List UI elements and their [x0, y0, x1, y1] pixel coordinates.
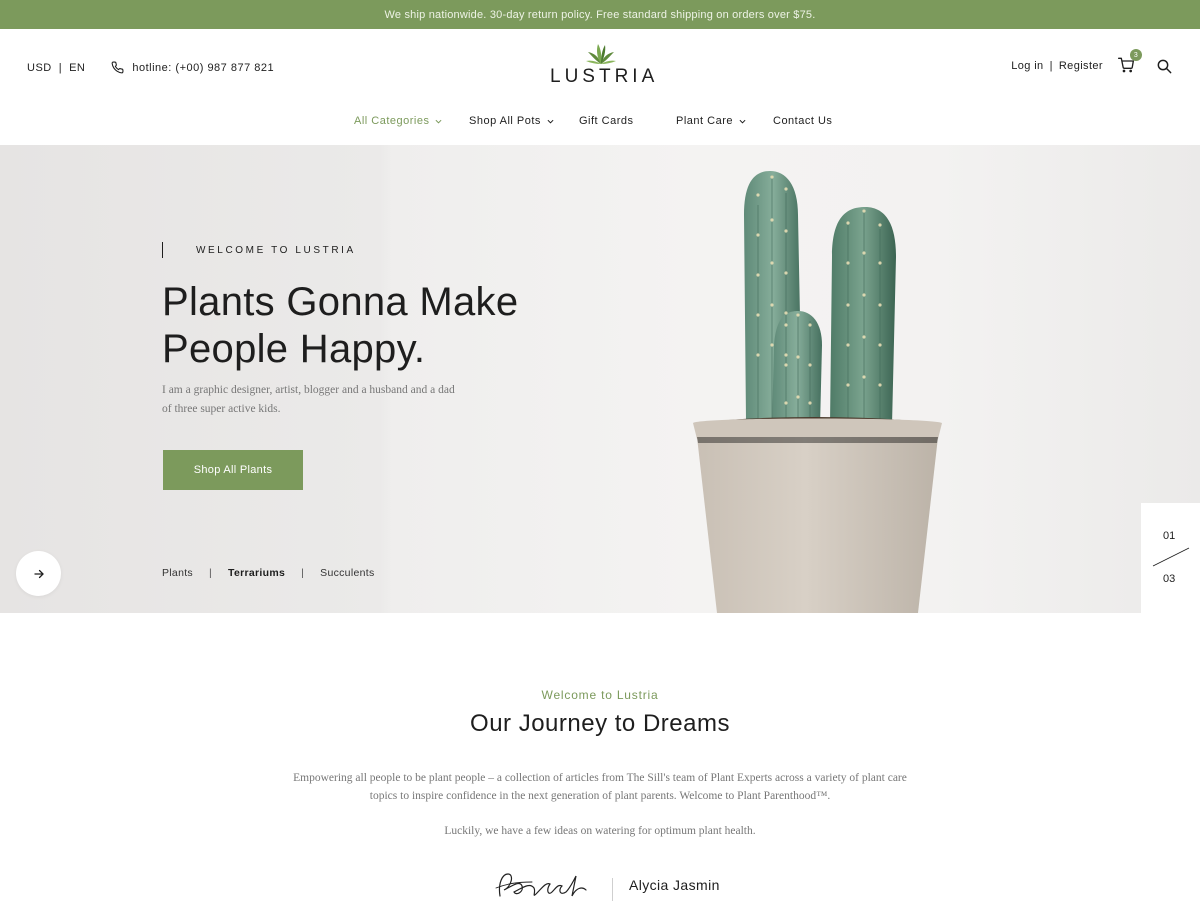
chevron-down-icon	[739, 119, 746, 124]
author-name: Alycia Jasmin	[629, 877, 720, 893]
header-right: Log in | Register 3	[1011, 49, 1172, 75]
main-nav: All Categories Shop All Pots Gift Cards …	[0, 112, 1200, 132]
site-logo[interactable]: LUSTRIA	[546, 43, 656, 89]
hotline[interactable]: hotline: (+00) 987 877 821	[111, 61, 274, 74]
about-title: Our Journey to Dreams	[470, 710, 730, 737]
about-kicker: Welcome to Lustria	[541, 688, 659, 702]
leaf-logo-icon	[586, 44, 616, 64]
nav-label: Gift Cards	[579, 115, 634, 127]
hero-category-tabs: Plants | Terrariums | Succulents	[162, 567, 375, 579]
shop-all-plants-button[interactable]: Shop All Plants	[163, 450, 303, 490]
next-slide-button[interactable]	[16, 551, 61, 596]
register-link[interactable]: Register	[1059, 60, 1103, 72]
divider: |	[301, 567, 305, 579]
eyebrow-divider	[162, 242, 163, 258]
hero-slider: WELCOME TO LUSTRIA Plants Gonna Make Peo…	[0, 145, 1200, 613]
nav-all-categories[interactable]: All Categories	[354, 115, 442, 127]
signature-image	[495, 873, 587, 897]
divider: |	[208, 567, 213, 579]
nav-label: Contact Us	[773, 115, 833, 127]
hotline-text: hotline: (+00) 987 877 821	[132, 61, 275, 74]
nav-label: Shop All Pots	[469, 115, 541, 127]
nav-contact-us[interactable]: Contact Us	[773, 115, 832, 127]
nav-gift-cards[interactable]: Gift Cards	[579, 115, 634, 127]
nav-plant-care[interactable]: Plant Care	[676, 115, 746, 127]
cactus-plant-image	[693, 171, 942, 613]
about-paragraph-2: Luckily, we have a few ideas on watering…	[444, 825, 756, 837]
header-left: USD | EN hotline: (+00) 987 877 821	[27, 61, 274, 74]
counter-divider	[1152, 547, 1190, 567]
hero-category-succulents[interactable]: Succulents	[320, 567, 374, 579]
nav-label: Plant Care	[676, 115, 733, 127]
cart-button[interactable]: 3	[1118, 49, 1142, 75]
divider: |	[1049, 60, 1053, 72]
signature-divider	[612, 878, 613, 901]
hero-category-terrariums[interactable]: Terrariums	[228, 567, 285, 579]
arrow-right-icon	[33, 569, 44, 578]
chevron-down-icon	[547, 119, 554, 124]
currency-selector[interactable]: USD	[27, 62, 52, 74]
about-paragraph-1: Empowering all people to be plant people…	[293, 772, 907, 802]
hero-category-plants[interactable]: Plants	[162, 567, 193, 579]
phone-icon	[111, 61, 124, 74]
login-link[interactable]: Log in	[1011, 60, 1043, 72]
chevron-down-icon	[435, 119, 442, 124]
cart-count-badge: 3	[1130, 49, 1142, 61]
hero-description: I am a graphic designer, artist, blogger…	[162, 384, 455, 415]
site-header: USD | EN hotline: (+00) 987 877 821 LUST…	[0, 29, 1200, 145]
divider: |	[58, 61, 63, 74]
announcement-text: We ship nationwide. 30-day return policy…	[384, 8, 816, 21]
announcement-bar: We ship nationwide. 30-day return policy…	[0, 0, 1200, 29]
slide-total: 03	[1163, 573, 1176, 585]
nav-label: All Categories	[354, 115, 430, 127]
hero-eyebrow: WELCOME TO LUSTRIA	[196, 245, 356, 256]
search-icon[interactable]	[1156, 58, 1172, 74]
hero-title-line1: Plants Gonna Make	[162, 280, 519, 324]
hero-title: Plants Gonna Make People Happy.	[162, 279, 582, 373]
hero-title-line2: People Happy.	[162, 327, 426, 371]
language-selector[interactable]: EN	[69, 62, 85, 74]
slide-counter: 01 03	[1141, 503, 1200, 613]
nav-shop-all-pots[interactable]: Shop All Pots	[469, 115, 554, 127]
logo-text: LUSTRIA	[550, 66, 659, 87]
